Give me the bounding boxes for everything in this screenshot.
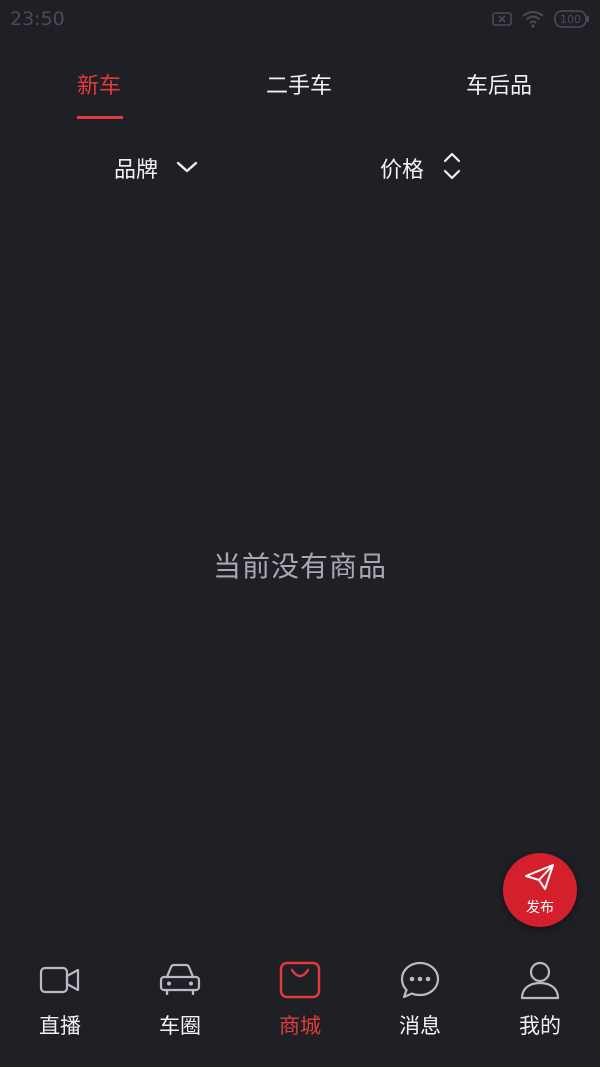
nav-label-messages: 消息 (399, 1014, 441, 1038)
status-time: 23:50 (10, 8, 65, 30)
sim-off-icon (492, 11, 512, 27)
price-filter-label: 价格 (380, 158, 425, 183)
publish-button-label: 发布 (526, 900, 554, 916)
sort-updown-icon (442, 151, 462, 185)
car-icon (158, 960, 202, 1000)
chat-bubble-icon (399, 960, 441, 1000)
nav-item-messages[interactable]: 消息 (360, 948, 480, 1067)
bottom-nav: 直播 车圈 商城 消息 我的 (0, 948, 600, 1067)
nav-label-car-circle: 车圈 (159, 1014, 201, 1038)
send-icon (524, 863, 556, 895)
status-bar: 23:50 100 (0, 0, 600, 40)
nav-label-live: 直播 (39, 1014, 81, 1038)
nav-label-mall: 商城 (279, 1014, 321, 1038)
battery-icon: 100 (554, 10, 590, 28)
nav-label-profile: 我的 (519, 1014, 561, 1038)
shopping-bag-icon (278, 960, 322, 1000)
tab-new-car[interactable]: 新车 (77, 68, 121, 100)
tab-car-accessories[interactable]: 车后品 (466, 68, 532, 100)
category-tabs: 新车 二手车 车后品 (0, 60, 600, 124)
empty-state-message: 当前没有商品 (212, 550, 387, 583)
price-filter[interactable]: 价格 (380, 150, 462, 186)
wifi-icon (522, 10, 544, 28)
tab-used-car[interactable]: 二手车 (266, 68, 332, 100)
chevron-down-icon (176, 159, 198, 178)
nav-item-car-circle[interactable]: 车圈 (120, 948, 240, 1067)
nav-item-profile[interactable]: 我的 (480, 948, 600, 1067)
nav-item-mall[interactable]: 商城 (240, 948, 360, 1067)
video-camera-icon (39, 960, 81, 1000)
battery-level: 100 (560, 13, 581, 26)
active-tab-indicator (77, 116, 123, 119)
publish-button[interactable]: 发布 (503, 853, 577, 927)
status-icons: 100 (492, 10, 590, 28)
nav-item-live[interactable]: 直播 (0, 948, 120, 1067)
brand-filter-label: 品牌 (114, 158, 159, 183)
brand-filter[interactable]: 品牌 (114, 150, 198, 186)
user-icon (519, 960, 561, 1000)
